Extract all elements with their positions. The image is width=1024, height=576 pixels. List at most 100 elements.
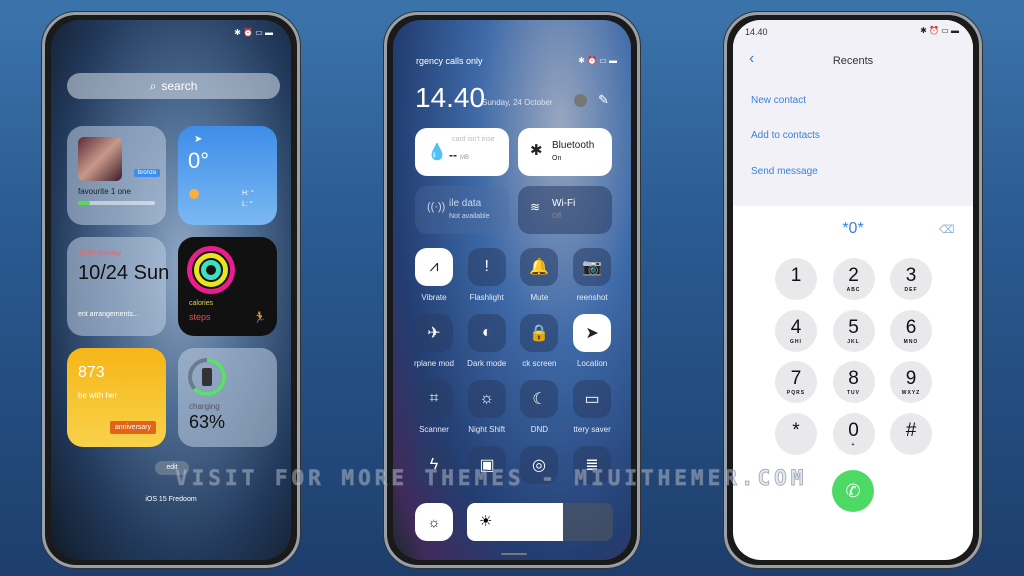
settings-icon[interactable] [574, 94, 587, 107]
moon-icon: ☾ [532, 391, 547, 408]
night-shift-icon: ☼ [479, 390, 495, 407]
key-1[interactable]: 1 [775, 258, 817, 300]
battery-widget[interactable]: charging 63% [178, 348, 277, 447]
key-4[interactable]: 4 GHI [775, 309, 817, 352]
recents-header [733, 20, 973, 206]
key-digit: # [905, 419, 917, 441]
calendar-widget[interactable]: 10/24 Sunday 10/24 Sun ent arrangements.… [67, 237, 170, 336]
send-message-link[interactable]: Send message [751, 166, 818, 177]
toggle-scanner[interactable]: ⌗ [415, 380, 453, 418]
camera-icon: 📷 [582, 259, 603, 276]
key-letters: TUV [847, 390, 860, 396]
tile-sub: On [552, 155, 562, 162]
tile-title: Bluetooth [552, 140, 595, 151]
toggle-location[interactable]: ➤ [573, 314, 612, 352]
tile-title: ile data [449, 198, 482, 209]
key-letters: + [851, 441, 856, 448]
toggle-moon[interactable]: ☾ [520, 380, 559, 418]
auto-brightness-button[interactable]: ☼ [415, 503, 453, 541]
vibrate-icon: ⩘ [429, 258, 439, 275]
weather-widget[interactable]: ➤ 0° H: ° L: ° [178, 126, 277, 225]
tile-sub: Off [552, 213, 562, 220]
anniversary-count: 873 [78, 364, 105, 381]
steps-label: steps [189, 312, 211, 322]
search-bar[interactable]: ⌕ search [67, 73, 280, 99]
running-icon: 🏃 [253, 312, 267, 324]
key-3[interactable]: 3 DEF [890, 258, 932, 300]
key-digit: 3 [905, 265, 917, 286]
activity-widget[interactable]: calories steps 🏃 [178, 237, 277, 336]
toggle-label: Night Shift [468, 425, 506, 434]
key-digit: 4 [790, 316, 802, 338]
tile-value: -- [449, 148, 457, 162]
dialed-number: *0* [842, 220, 864, 237]
key-*[interactable]: * [775, 412, 817, 455]
anniversary-badge: anniversary [109, 421, 156, 434]
edit-icon[interactable]: ✎ [598, 92, 609, 108]
status-icons: ✱ ⏰ ▭ ▬ [920, 26, 959, 35]
theme-name: iOS 15 Fredoom [145, 496, 197, 503]
key-digit: 6 [905, 316, 917, 338]
backspace-icon[interactable]: ⌫ [939, 223, 955, 236]
toggle-dark-mode[interactable]: ◐ [467, 314, 506, 352]
bluetooth-tile[interactable]: ✱ Bluetooth On [518, 128, 612, 176]
key-digit: 7 [790, 368, 802, 389]
toggle-night-shift[interactable]: ☼ [467, 380, 506, 418]
key-2[interactable]: 2 ABC [832, 258, 875, 300]
key-6[interactable]: 6 MNO [890, 309, 932, 352]
calories-label: calories [189, 300, 214, 307]
carrier-status: rgency calls only [416, 56, 483, 66]
add-to-contacts-link[interactable]: Add to contacts [751, 130, 820, 141]
music-progress[interactable] [78, 201, 155, 205]
toggle-battery[interactable]: ▭ [573, 380, 612, 418]
home-indicator [501, 553, 527, 555]
album-art [78, 137, 122, 181]
key-digit: 1 [790, 265, 802, 286]
mobile-data-tile[interactable]: ((·)) ile data Not available [415, 186, 509, 234]
key-digit: 5 [848, 316, 859, 338]
toggle-label: rplane mod [413, 359, 455, 368]
key-5[interactable]: 5 JKL [832, 309, 875, 352]
toggle-camera[interactable]: 📷 [573, 248, 612, 286]
call-button[interactable]: ✆ [832, 470, 874, 512]
toggle-label: ck screen [522, 359, 557, 368]
toggle-label: Dark mode [467, 359, 507, 368]
toggle-lock[interactable]: 🔒 [520, 314, 559, 352]
toggle-label: Location [576, 359, 608, 368]
flashlight-icon: ǃ [484, 258, 489, 275]
bell-icon: 🔔 [529, 259, 550, 276]
data-usage-tile[interactable]: 💧 card isn't inse -- MB [415, 128, 509, 176]
key-letters: MNO [903, 338, 919, 345]
key-9[interactable]: 9 WXYZ [890, 361, 932, 403]
toggle-airplane[interactable]: ✈ [415, 314, 453, 352]
brightness-icon: ☀ [479, 513, 493, 530]
key-letters: JKL [847, 338, 860, 345]
key-0[interactable]: 0 + [832, 412, 875, 455]
key-#[interactable]: # [890, 412, 932, 455]
antenna-icon: ((·)) [427, 201, 446, 213]
page-title: Recents [832, 55, 874, 67]
key-8[interactable]: 8 TUV [832, 361, 875, 403]
music-progress-fill [78, 201, 90, 205]
toggle-label: Flashlight [469, 293, 504, 302]
anniversary-widget[interactable]: 873 be with her anniversary [67, 348, 166, 447]
search-label: search [161, 79, 198, 93]
toggle-bell[interactable]: 🔔 [520, 248, 559, 286]
weather-low: L: ° [242, 201, 253, 208]
water-drop-icon: 💧 [427, 144, 447, 161]
calendar-date-big: 10/24 Sun [78, 262, 170, 284]
wifi-tile[interactable]: ≋ Wi-Fi Off [518, 186, 612, 234]
airplane-icon: ✈ [427, 325, 441, 342]
key-digit: 0 [848, 419, 859, 441]
watermark: VISIT FOR MORE THEMES - MIUITHEMER.COM [174, 466, 808, 491]
music-widget[interactable]: bronze favourite 1 one [67, 126, 166, 225]
new-contact-link[interactable]: New contact [751, 95, 806, 106]
calendar-date-small: 10/24 Sunday [78, 250, 122, 257]
toggle-vibrate[interactable]: ⩘ [415, 248, 453, 286]
key-7[interactable]: 7 PQRS [775, 361, 817, 403]
toggle-label: DND [530, 425, 549, 434]
toggle-label: Scanner [419, 425, 449, 434]
location-icon: ➤ [585, 325, 599, 342]
brightness-slider[interactable]: ☀ [467, 503, 613, 541]
toggle-flashlight[interactable]: ǃ [467, 248, 506, 286]
